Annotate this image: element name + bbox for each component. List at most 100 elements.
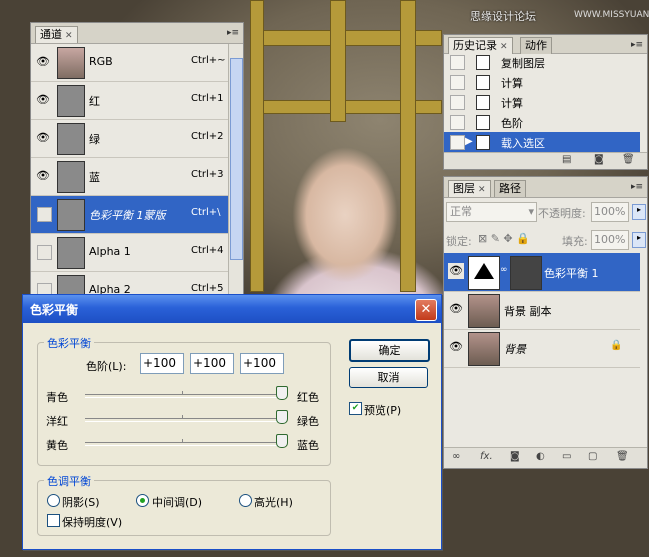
history-item[interactable]: 色阶 bbox=[444, 112, 640, 132]
slider-tick bbox=[182, 391, 183, 395]
layer-mask-thumbnail[interactable] bbox=[510, 256, 542, 290]
channel-row-green[interactable]: 👁 绿 Ctrl+2 bbox=[31, 120, 231, 158]
channel-row-alpha1[interactable]: Alpha 1 Ctrl+4 bbox=[31, 234, 231, 272]
panel-menu-icon[interactable]: ▸≡ bbox=[631, 182, 643, 192]
dialog-title: 色彩平衡 bbox=[30, 303, 79, 317]
eye-icon[interactable]: 👁 bbox=[448, 301, 464, 317]
ok-button[interactable]: 确定 bbox=[349, 339, 430, 362]
history-item[interactable]: 计算 bbox=[444, 72, 640, 92]
panel-menu-icon[interactable]: ▸≡ bbox=[631, 40, 643, 50]
visibility-box[interactable] bbox=[37, 207, 52, 222]
tab-layers[interactable]: 图层 ✕ bbox=[448, 180, 491, 197]
eye-icon[interactable]: 👁 bbox=[448, 339, 464, 355]
close-icon[interactable]: ✕ bbox=[500, 42, 508, 52]
channel-name: 红 bbox=[89, 95, 100, 108]
slider-knob[interactable] bbox=[276, 434, 288, 448]
eye-icon[interactable]: 👁 bbox=[35, 54, 51, 70]
lock-icons[interactable]: ⊠ ✎ ✥ 🔒 bbox=[478, 232, 530, 245]
trash-icon[interactable]: 🗑 bbox=[616, 451, 629, 462]
channel-name: Alpha 1 bbox=[89, 245, 131, 258]
levels-input-1[interactable]: +100 bbox=[140, 353, 184, 374]
layer-row-background[interactable]: 👁 背景 🔒 bbox=[444, 329, 640, 368]
history-item[interactable]: 复制图层 bbox=[444, 52, 640, 72]
midtones-label: 中间调(D) bbox=[152, 496, 203, 509]
layer-row-background-copy[interactable]: 👁 背景 副本 bbox=[444, 291, 640, 330]
adjustment-icon bbox=[468, 256, 500, 290]
snapshot-box[interactable] bbox=[450, 55, 465, 70]
opacity-arrow-icon[interactable]: ▸ bbox=[632, 204, 646, 220]
eye-icon[interactable]: 👁 bbox=[35, 92, 51, 108]
close-button[interactable]: ✕ bbox=[415, 299, 437, 321]
cyan-red-slider[interactable] bbox=[85, 391, 281, 398]
midtones-radio[interactable] bbox=[136, 494, 149, 507]
close-icon[interactable]: ✕ bbox=[65, 31, 73, 41]
channel-row-blue[interactable]: 👁 蓝 Ctrl+3 bbox=[31, 158, 231, 196]
history-item[interactable]: 计算 bbox=[444, 92, 640, 112]
snapshot-box[interactable] bbox=[450, 75, 465, 90]
history-item-selected[interactable]: ▶ 载入选区 bbox=[444, 132, 640, 152]
snapshot-box[interactable] bbox=[450, 135, 465, 150]
fill-input[interactable]: 100% bbox=[591, 230, 629, 250]
shadows-radio[interactable] bbox=[47, 494, 60, 507]
slider-right-label: 红色 bbox=[297, 391, 319, 404]
add-mask-icon[interactable]: ◙ bbox=[510, 451, 520, 462]
levels-input-2[interactable]: +100 bbox=[190, 353, 234, 374]
adjustment-layer-icon[interactable]: ◐ bbox=[536, 451, 545, 462]
link-layers-icon[interactable]: ∞ bbox=[452, 451, 460, 462]
layer-name: 背景 副本 bbox=[504, 305, 552, 318]
slider-knob[interactable] bbox=[276, 410, 288, 424]
scrollbar-thumb[interactable] bbox=[230, 58, 243, 260]
preview-checkbox[interactable]: ✔ bbox=[349, 402, 362, 415]
group-icon[interactable]: ▭ bbox=[562, 451, 571, 462]
levels-input-3[interactable]: +100 bbox=[240, 353, 284, 374]
magenta-green-slider[interactable] bbox=[85, 415, 281, 422]
channel-name: RGB bbox=[89, 55, 113, 68]
highlights-radio[interactable] bbox=[239, 494, 252, 507]
fill-arrow-icon[interactable]: ▸ bbox=[632, 232, 646, 248]
new-document-icon[interactable]: ▤ bbox=[562, 154, 571, 165]
channel-thumbnail bbox=[57, 47, 85, 79]
visibility-box[interactable] bbox=[37, 245, 52, 260]
channel-row-alpha2[interactable]: Alpha 2 Ctrl+5 bbox=[31, 272, 231, 298]
blend-mode-select[interactable]: 正常 ▾ bbox=[446, 202, 537, 222]
color-balance-group: 色彩平衡 bbox=[37, 335, 331, 466]
channel-row-rgb[interactable]: 👁 RGB Ctrl+~ bbox=[31, 44, 231, 82]
channel-thumbnail bbox=[57, 161, 85, 193]
layer-thumbnail bbox=[468, 332, 500, 366]
history-label: 色阶 bbox=[501, 117, 523, 130]
yellow-blue-slider[interactable] bbox=[85, 439, 281, 446]
dialog-titlebar[interactable]: 色彩平衡 ✕ bbox=[23, 295, 441, 323]
preserve-luminosity-checkbox[interactable] bbox=[47, 514, 60, 527]
trash-icon[interactable]: 🗑 bbox=[622, 154, 635, 165]
channel-shortcut: Ctrl+\ bbox=[191, 207, 221, 218]
panel-menu-icon[interactable]: ▸≡ bbox=[227, 28, 239, 38]
snapshot-icon[interactable]: ◙ bbox=[594, 154, 604, 165]
snapshot-box[interactable] bbox=[450, 95, 465, 110]
slider-knob[interactable] bbox=[276, 386, 288, 400]
layer-style-icon[interactable]: fx. bbox=[480, 451, 493, 462]
opacity-input[interactable]: 100% bbox=[591, 202, 629, 222]
tab-paths[interactable]: 路径 bbox=[494, 180, 526, 197]
channel-row-mask[interactable]: 色彩平衡 1蒙版 Ctrl+\ bbox=[31, 196, 231, 234]
channel-shortcut: Ctrl+~ bbox=[191, 55, 226, 66]
link-icon[interactable]: ∞ bbox=[500, 265, 508, 275]
eye-icon[interactable]: 👁 bbox=[448, 263, 464, 279]
new-layer-icon[interactable]: ▢ bbox=[588, 451, 597, 462]
tab-channels[interactable]: 通道 ✕ bbox=[35, 26, 78, 43]
channel-row-red[interactable]: 👁 红 Ctrl+1 bbox=[31, 82, 231, 120]
slider-tick bbox=[182, 439, 183, 443]
snapshot-box[interactable] bbox=[450, 115, 465, 130]
eye-icon[interactable]: 👁 bbox=[35, 130, 51, 146]
channels-scrollbar[interactable] bbox=[228, 44, 243, 295]
layer-row-color-balance[interactable]: 👁 ∞ 色彩平衡 1 bbox=[444, 253, 640, 292]
history-state-icon: ▶ bbox=[465, 136, 473, 147]
crane-beam bbox=[330, 0, 346, 122]
cancel-button[interactable]: 取消 bbox=[349, 367, 428, 388]
shadows-label: 阴影(S) bbox=[62, 496, 100, 509]
channel-shortcut: Ctrl+5 bbox=[191, 283, 224, 294]
channels-tabbar: 通道 ✕ ▸≡ bbox=[31, 23, 243, 44]
close-icon[interactable]: ✕ bbox=[478, 185, 486, 195]
eye-icon[interactable]: 👁 bbox=[35, 168, 51, 184]
crane-beam bbox=[250, 0, 264, 292]
crane-beam bbox=[400, 0, 416, 292]
